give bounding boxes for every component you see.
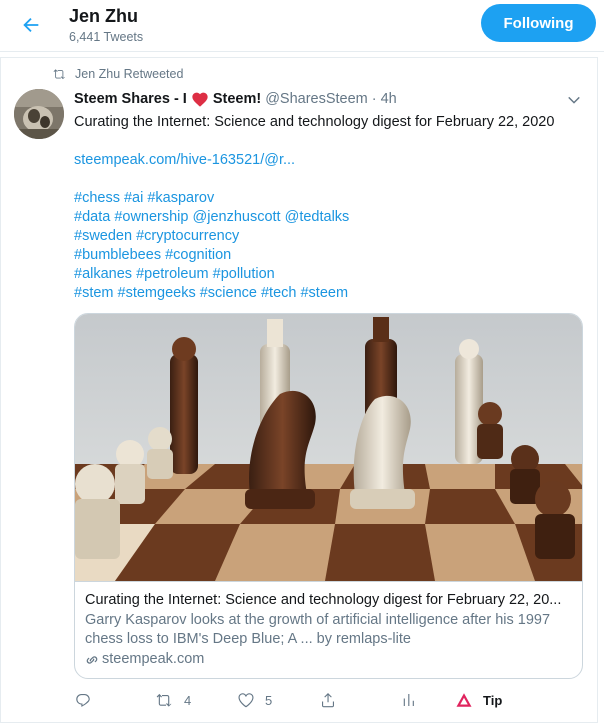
display-name-part2: Steem! (212, 91, 262, 107)
avatar[interactable] (14, 89, 64, 139)
like-count: 5 (265, 692, 273, 708)
hashtag-line-3[interactable]: #sweden #cryptocurrency (74, 227, 239, 246)
card-description: Garry Kasparov looks at the growth of ar… (85, 611, 574, 649)
heart-emoji-icon (192, 92, 208, 107)
following-button[interactable]: Following (481, 4, 596, 42)
reply-icon (76, 694, 90, 707)
tip-button[interactable]: Tip (455, 691, 502, 709)
author-display-name[interactable]: Steem Shares - I Steem! (74, 91, 261, 107)
tip-label: Tip (483, 692, 503, 708)
chevron-down-icon[interactable] (565, 91, 583, 109)
like-button[interactable]: 5 (237, 691, 272, 709)
display-name-part1: Steem Shares - I (74, 91, 187, 107)
tweet-link[interactable]: steempeak.com/hive-163521/@r... (74, 151, 295, 170)
hashtag-line-6[interactable]: #stem #stemgeeks #science #tech #steem (74, 284, 348, 303)
share-icon (322, 692, 334, 708)
profile-header: Jen Zhu 6,441 Tweets Following (0, 0, 604, 52)
tweet[interactable]: Jen Zhu Retweeted Steem Shares - I Steem… (0, 57, 598, 723)
analytics-icon (403, 694, 414, 706)
separator-dot: · (371, 91, 377, 107)
back-button[interactable] (14, 8, 48, 42)
share-button[interactable] (319, 691, 337, 709)
card-domain-text: steempeak.com (102, 651, 205, 667)
link-preview-card[interactable]: Curating the Internet: Science and techn… (74, 313, 583, 679)
heart-outline-icon (238, 693, 254, 708)
hashtag-line-4[interactable]: #bumblebees #cognition (74, 246, 231, 265)
link-icon (86, 655, 98, 664)
retweet-button[interactable]: 4 (156, 691, 191, 709)
hashtag-line-1[interactable]: #chess #ai #kasparov (74, 189, 214, 208)
card-title: Curating the Internet: Science and techn… (85, 592, 562, 608)
analytics-button[interactable] (400, 691, 418, 709)
back-arrow-icon (23, 17, 39, 33)
retweet-context: Jen Zhu Retweeted (53, 67, 183, 81)
card-image (75, 314, 582, 581)
retweet-icon (53, 69, 66, 80)
tip-icon (456, 693, 472, 707)
card-text-area: Curating the Internet: Science and techn… (75, 581, 582, 678)
tweet-author-row: Steem Shares - I Steem! @SharesSteem · 4… (74, 91, 397, 107)
tweet-actions: 4 5 Tip (74, 691, 594, 713)
hashtag-line-5[interactable]: #alkanes #petroleum #pollution (74, 265, 275, 284)
tweet-text: Curating the Internet: Science and techn… (74, 114, 555, 130)
card-domain: steempeak.com (85, 650, 574, 669)
card-description-line-1: Garry Kasparov looks at the growth of ar… (85, 612, 551, 628)
card-description-line-2: chess loss to IBM's Deep Blue; A ... by … (85, 631, 411, 647)
retweet-action-icon (156, 693, 172, 707)
tweet-time[interactable]: 4h (381, 91, 397, 107)
profile-name: Jen Zhu (69, 6, 139, 26)
retweet-count: 4 (184, 692, 192, 708)
reply-button[interactable] (74, 691, 102, 709)
tweet-count: 6,441 Tweets (69, 30, 144, 44)
hashtag-line-2[interactable]: #data #ownership @jenzhuscott @tedtalks (74, 208, 349, 227)
author-handle[interactable]: @SharesSteem (265, 91, 368, 107)
retweet-label: Jen Zhu Retweeted (75, 67, 184, 81)
avatar-image (14, 89, 64, 139)
